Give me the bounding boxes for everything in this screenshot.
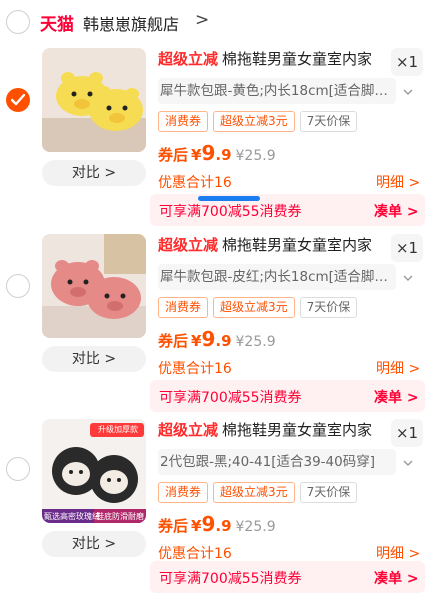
coupon-banner[interactable]: 可享满700减55消费券 凑单 > bbox=[150, 380, 425, 412]
benefit-tags: 消费券 超级立减3元 7天价保 bbox=[158, 297, 358, 319]
promo-label: 超级立减 bbox=[158, 236, 219, 254]
tag-consume-coupon: 消费券 bbox=[158, 297, 209, 318]
discount-total: 优惠合计16 bbox=[158, 546, 232, 562]
chevron-down-glyph bbox=[403, 89, 413, 95]
quantity-badge[interactable]: ×1 bbox=[391, 419, 423, 447]
item-select-checkbox[interactable] bbox=[6, 457, 30, 481]
compare-button[interactable]: 对比 > bbox=[42, 531, 146, 557]
original-price: ¥25.9 bbox=[235, 148, 276, 164]
add-on-button[interactable]: 凑单 > bbox=[374, 387, 419, 407]
detail-button[interactable]: 明细 > bbox=[376, 172, 420, 192]
chevron-down-icon[interactable] bbox=[398, 449, 418, 475]
item-select-checkbox[interactable] bbox=[6, 274, 30, 298]
image-footer-right: 鞋底防滑耐磨 bbox=[96, 512, 144, 521]
price-decimal: .9 bbox=[215, 146, 232, 164]
price-integer: 9 bbox=[201, 512, 216, 536]
price-integer: 9 bbox=[201, 327, 216, 351]
tag-price-protect: 7天价保 bbox=[299, 111, 358, 132]
coupon-text: 可享满700减55消费券 bbox=[159, 390, 302, 406]
compare-button[interactable]: 对比 > bbox=[42, 346, 146, 372]
tag-instant-discount: 超级立减3元 bbox=[213, 482, 295, 503]
detail-button[interactable]: 明细 > bbox=[376, 358, 420, 378]
currency-symbol: ¥ bbox=[191, 517, 202, 535]
price-label: 券后 bbox=[158, 146, 189, 164]
price-row: 券后 ¥9.9 ¥25.9 bbox=[158, 512, 276, 538]
slipper-image bbox=[42, 48, 146, 152]
store-name-link[interactable]: 韩崽崽旗舰店 bbox=[83, 11, 179, 35]
product-title[interactable]: 超级立减 棉拖鞋男童女童室内家 bbox=[158, 48, 386, 70]
price-label: 券后 bbox=[158, 517, 189, 535]
chevron-down-glyph bbox=[403, 460, 413, 466]
promo-label: 超级立减 bbox=[158, 50, 219, 68]
cart-item: 对比 > 超级立减 棉拖鞋男童女童室内家 ×1 犀牛款包跟-皮红;内长18cm[适… bbox=[0, 230, 425, 422]
image-badge: 升级加厚款 bbox=[98, 425, 138, 434]
product-image[interactable]: 升级加厚款 甄选高密玫瑰绒 鞋底防滑耐磨 bbox=[42, 419, 146, 523]
chevron-right-icon[interactable]: > bbox=[195, 10, 209, 30]
cart-item: 升级加厚款 甄选高密玫瑰绒 鞋底防滑耐磨 对比 > 超级立减 棉拖鞋男童女童室内家… bbox=[0, 415, 425, 607]
image-footer-left: 甄选高密玫瑰绒 bbox=[44, 512, 100, 521]
currency-symbol: ¥ bbox=[191, 146, 202, 164]
price-decimal: .9 bbox=[215, 332, 232, 350]
price-row: 券后 ¥9.9 ¥25.9 bbox=[158, 141, 276, 167]
price-label: 券后 bbox=[158, 332, 189, 350]
tag-price-protect: 7天价保 bbox=[299, 482, 358, 503]
sku-selector[interactable]: 2代包跟-黑;40-41[适合39-40码穿] bbox=[158, 449, 396, 475]
tag-instant-discount: 超级立减3元 bbox=[213, 297, 295, 318]
item-select-checkbox[interactable] bbox=[6, 88, 30, 112]
store-header: 天猫 韩崽崽旗舰店 > bbox=[0, 0, 425, 44]
quantity-badge[interactable]: ×1 bbox=[391, 234, 423, 262]
tag-consume-coupon: 消费券 bbox=[158, 482, 209, 503]
coupon-text: 可享满700减55消费券 bbox=[159, 571, 302, 587]
tag-instant-discount: 超级立减3元 bbox=[213, 111, 295, 132]
benefit-tags: 消费券 超级立减3元 7天价保 bbox=[158, 482, 358, 504]
price-integer: 9 bbox=[201, 141, 216, 165]
sku-selector[interactable]: 犀牛款包跟-黄色;内长18cm[适合脚… bbox=[158, 78, 396, 104]
product-name: 棉拖鞋男童女童室内家 bbox=[222, 421, 373, 439]
promo-label: 超级立减 bbox=[158, 421, 219, 439]
tmall-logo: 天猫 bbox=[40, 15, 74, 35]
currency-symbol: ¥ bbox=[191, 332, 202, 350]
coupon-text: 可享满700减55消费券 bbox=[159, 204, 302, 220]
compare-button[interactable]: 对比 > bbox=[42, 160, 146, 186]
product-image[interactable] bbox=[42, 234, 146, 338]
discount-total: 优惠合计16 bbox=[158, 175, 232, 191]
add-on-button[interactable]: 凑单 > bbox=[374, 568, 419, 588]
add-on-button[interactable]: 凑单 > bbox=[374, 201, 419, 221]
store-select-checkbox[interactable] bbox=[6, 10, 30, 34]
cart-item: 对比 > 超级立减 棉拖鞋男童女童室内家 ×1 犀牛款包跟-黄色;内长18cm[适… bbox=[0, 44, 425, 236]
coupon-banner[interactable]: 可享满700减55消费券 凑单 > bbox=[150, 194, 425, 226]
sku-selector[interactable]: 犀牛款包跟-皮红;内长18cm[适合脚… bbox=[158, 264, 396, 290]
original-price: ¥25.9 bbox=[235, 334, 276, 350]
chevron-down-glyph bbox=[403, 275, 413, 281]
original-price: ¥25.9 bbox=[235, 519, 276, 535]
product-image[interactable] bbox=[42, 48, 146, 152]
chevron-down-icon[interactable] bbox=[398, 264, 418, 290]
detail-button[interactable]: 明细 > bbox=[376, 543, 420, 563]
discount-total: 优惠合计16 bbox=[158, 361, 232, 377]
price-row: 券后 ¥9.9 ¥25.9 bbox=[158, 327, 276, 353]
product-name: 棉拖鞋男童女童室内家 bbox=[222, 236, 373, 254]
tag-price-protect: 7天价保 bbox=[299, 297, 358, 318]
product-title[interactable]: 超级立减 棉拖鞋男童女童室内家 bbox=[158, 419, 386, 441]
scroll-indicator bbox=[198, 196, 260, 201]
benefit-tags: 消费券 超级立减3元 7天价保 bbox=[158, 111, 358, 133]
check-icon bbox=[11, 94, 25, 106]
slipper-image bbox=[42, 234, 146, 338]
quantity-badge[interactable]: ×1 bbox=[391, 48, 423, 76]
product-title[interactable]: 超级立减 棉拖鞋男童女童室内家 bbox=[158, 234, 386, 256]
coupon-banner[interactable]: 可享满700减55消费券 凑单 > bbox=[150, 561, 425, 593]
chevron-down-icon[interactable] bbox=[398, 78, 418, 104]
product-name: 棉拖鞋男童女童室内家 bbox=[222, 50, 373, 68]
price-decimal: .9 bbox=[215, 517, 232, 535]
tag-consume-coupon: 消费券 bbox=[158, 111, 209, 132]
